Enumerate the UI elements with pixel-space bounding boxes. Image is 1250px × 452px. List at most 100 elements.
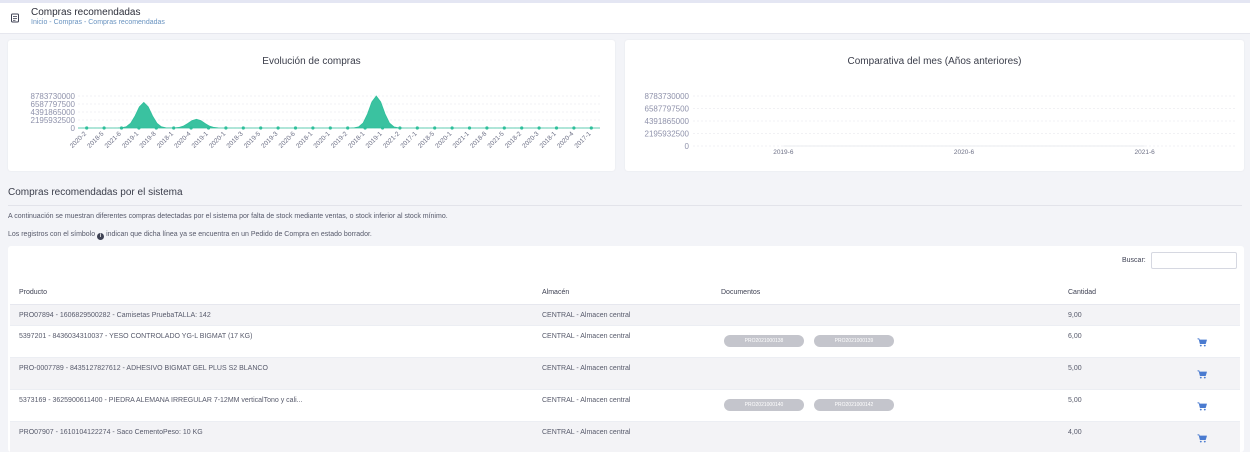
cell-producto: 5373169 - 3625900611400 - PIEDRA ALEMANA… — [19, 397, 303, 404]
breadcrumb: Inicio - Compras - Compras recomendadas — [31, 19, 165, 26]
cell-cantidad: 4,00 — [1068, 429, 1082, 436]
y-tick-label: 8783730000 — [645, 92, 690, 101]
cell-almacen: CENTRAL - Almacen central — [542, 312, 631, 319]
section-title: Compras recomendadas por el sistema — [8, 187, 183, 198]
x-tick-label: 2021-5 — [486, 130, 506, 150]
x-tick-label: 2019-1 — [121, 130, 141, 150]
x-tick-label: 2020-1 — [208, 130, 228, 150]
y-tick-label: 4391865000 — [645, 117, 690, 126]
data-point — [346, 126, 350, 130]
data-point — [119, 126, 124, 130]
cell-almacen: CENTRAL - Almacen central — [542, 365, 631, 372]
data-point — [589, 126, 593, 130]
cell-almacen: CENTRAL - Almacen central — [542, 333, 631, 340]
data-point — [485, 126, 489, 130]
x-tick-label: 2018-8 — [469, 130, 489, 150]
section-description: A continuación se muestran diferentes co… — [8, 213, 448, 220]
column-header-documentos[interactable]: Documentos — [721, 289, 760, 296]
breadcrumb-compras[interactable]: Compras — [54, 19, 82, 26]
x-tick-label: 2019-1 — [191, 130, 211, 150]
data-point — [154, 126, 158, 130]
add-to-cart-icon[interactable] — [1197, 338, 1207, 347]
data-point — [572, 126, 576, 130]
x-tick-label: 2018-1 — [347, 130, 367, 150]
x-tick-label: 2018-5 — [417, 130, 437, 150]
x-tick-label: 2020-1 — [434, 130, 454, 150]
cell-almacen: CENTRAL - Almacen central — [542, 429, 631, 436]
data-point — [467, 126, 472, 130]
y-tick-label: 2195932500 — [645, 130, 690, 139]
x-tick-label: 2018-1 — [295, 130, 315, 150]
breadcrumb-separator: - — [83, 19, 87, 26]
table-row[interactable]: 5397201 - 8436034310037 - YESO CONTROLAD… — [10, 326, 1240, 358]
data-point — [137, 126, 141, 130]
x-tick-label: 2019-6 — [773, 149, 794, 156]
data-point — [172, 126, 176, 130]
section-divider — [8, 205, 1242, 206]
document-badge[interactable]: PRO2021000142 — [814, 399, 894, 411]
info-icon: i — [97, 233, 105, 240]
breadcrumb-inicio[interactable]: Inicio — [31, 19, 47, 26]
note-text-before: Los registros con el símbolo — [8, 231, 96, 238]
column-header-producto[interactable]: Producto — [19, 289, 47, 296]
x-tick-label: 2019-2 — [330, 130, 350, 150]
cell-cantidad: 9,00 — [1068, 312, 1082, 319]
data-point — [450, 126, 454, 130]
x-tick-label: 2019-5 — [243, 130, 263, 150]
cell-producto: PRO07894 - 1606829500282 - Camisetas Pru… — [19, 312, 211, 319]
data-point — [259, 126, 263, 130]
x-tick-label: 2020-6 — [278, 130, 298, 150]
comparison-chart-card: Comparativa del mes (Años anteriores) 87… — [625, 40, 1244, 171]
document-badge[interactable]: PRO2021000140 — [724, 399, 804, 411]
x-tick-label: 2021-6 — [1135, 149, 1156, 156]
document-badge[interactable]: PRO2021000138 — [724, 335, 804, 347]
add-to-cart-icon[interactable] — [1197, 402, 1207, 411]
table-row[interactable]: PRO07894 - 1606829500282 - Camisetas Pru… — [10, 305, 1240, 326]
data-point — [433, 126, 437, 130]
breadcrumb-separator: - — [49, 19, 52, 26]
data-point — [311, 126, 315, 130]
data-point — [363, 126, 367, 130]
x-tick-label: 2020-4 — [556, 130, 576, 150]
x-tick-label: 2020-4 — [173, 130, 193, 150]
search-input[interactable] — [1151, 252, 1237, 269]
data-point — [380, 126, 385, 130]
x-tick-label: 2019-3 — [260, 130, 280, 150]
x-tick-label: 2021-1 — [452, 130, 472, 150]
column-header-cantidad[interactable]: Cantidad — [1068, 289, 1096, 296]
data-point — [241, 126, 245, 130]
data-point — [398, 126, 402, 130]
column-header-almacen[interactable]: Almacén — [542, 289, 569, 296]
page-header: Compras recomendadas Inicio - Compras - … — [0, 3, 1250, 34]
x-tick-label: 2021-2 — [382, 130, 402, 150]
x-tick-label: 2019-8 — [138, 130, 158, 150]
recommendations-table-card: Buscar: Producto Almacén Documentos Cant… — [8, 246, 1244, 452]
cell-cantidad: 6,00 — [1068, 333, 1082, 340]
evolution-chart-card: Evolución de compras 8783730000 658779750… — [8, 40, 615, 171]
document-badge[interactable]: PRO2021000139 — [814, 335, 894, 347]
table-row[interactable]: 5373169 - 3625900611400 - PIEDRA ALEMANA… — [10, 390, 1240, 422]
x-tick-label: 2020-3 — [521, 130, 541, 150]
search-label: Buscar: — [1122, 257, 1146, 264]
y-tick-label: 0 — [685, 142, 690, 151]
data-point — [520, 126, 524, 130]
y-tick-label: 6587797500 — [645, 105, 690, 114]
comparison-chart: 8783730000 6587797500 4391865000 2195932500… — [645, 92, 1235, 156]
add-to-cart-icon[interactable] — [1197, 370, 1207, 379]
breadcrumb-current: Compras recomendadas — [88, 19, 165, 26]
page-title: Compras recomendadas — [31, 7, 141, 18]
cell-producto: PRO-0007789 - 8435127827612 - ADHESIVO B… — [19, 365, 268, 372]
table-row[interactable]: PRO-0007789 - 8435127827612 - ADHESIVO B… — [10, 358, 1240, 390]
data-point — [293, 126, 298, 130]
add-to-cart-icon[interactable] — [1197, 434, 1207, 443]
x-tick-label: 2018-1 — [156, 130, 176, 150]
x-tick-label: 2021-6 — [104, 130, 124, 150]
x-tick-label: 2017-1 — [573, 130, 593, 150]
x-tick-label: 2018-2 — [504, 130, 524, 150]
evolution-chart: 8783730000658779750043918650002195932500… — [31, 92, 600, 150]
cell-almacen: CENTRAL - Almacen central — [542, 397, 631, 404]
data-point — [189, 126, 193, 130]
table-row[interactable]: PRO07907 - 1610104122274 - Saco CementoP… — [10, 422, 1240, 452]
cell-producto: PRO07907 - 1610104122274 - Saco CementoP… — [19, 429, 203, 436]
data-point — [328, 126, 332, 130]
